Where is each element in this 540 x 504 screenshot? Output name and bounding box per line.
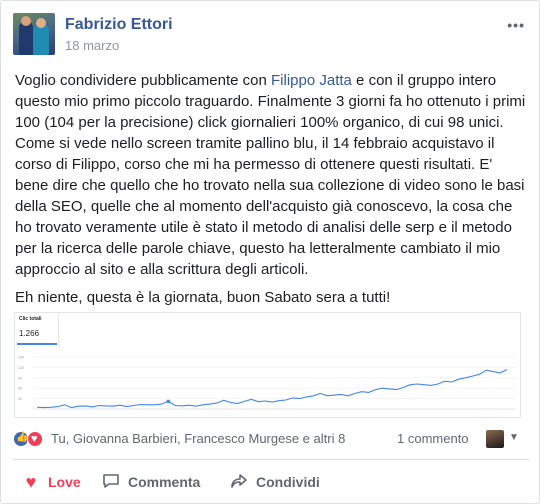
reaction-names[interactable]: Tu, Giovanna Barbieri, Francesco Murgese… [51,431,345,446]
post-date[interactable]: 18 marzo [65,38,119,53]
more-options-icon[interactable]: ••• [507,17,525,33]
chart-y-tick-label: 30 [18,397,22,401]
post-text: Voglio condividere pubblicamente con Fil… [15,70,527,315]
comment-button[interactable]: Commenta [101,468,200,496]
chart-marker-point[interactable] [166,399,171,404]
author-avatar[interactable] [13,13,55,55]
love-button[interactable]: ♥ Love [21,468,81,496]
clicks-chart[interactable]: Clic totali 1.266 150 120 90 60 30 [14,312,521,418]
chart-series-line [36,369,508,409]
divider [13,459,529,460]
share-label: Condividi [256,474,320,490]
post-card: Fabrizio Ettori 18 marzo ••• Voglio cond… [0,0,540,504]
chart-y-tick-label: 60 [18,387,22,391]
comments-count[interactable]: 1 commento [397,431,469,446]
love-reaction-icon[interactable] [27,431,43,447]
heart-icon: ♥ [25,472,37,492]
chart-y-tick-label: 90 [18,376,22,380]
post-paragraph-1: Voglio condividere pubblicamente con Fil… [15,72,526,278]
viewer-avatar[interactable] [486,430,504,448]
comment-icon [101,472,121,493]
comment-label: Commenta [128,474,201,490]
mention-link[interactable]: Filippo Jatta [271,72,352,89]
chevron-down-icon[interactable]: ▼ [509,432,519,443]
reactions-bar: Tu, Giovanna Barbieri, Francesco Murgese… [13,427,529,451]
post-paragraph-2: Eh niente, questa è la giornata, buon Sa… [15,289,391,306]
post-header: Fabrizio Ettori 18 marzo ••• [13,13,529,59]
post-actions: ♥ Love Commenta Condividi [13,462,529,502]
chart-y-tick-label: 150 [18,356,24,360]
chart-y-tick-label: 120 [18,366,24,370]
share-button[interactable]: Condividi [229,468,320,496]
love-label: Love [48,474,81,490]
chart-plot: 150 120 90 60 30 [18,356,515,410]
author-name[interactable]: Fabrizio Ettori [65,16,173,34]
share-icon [229,472,249,493]
